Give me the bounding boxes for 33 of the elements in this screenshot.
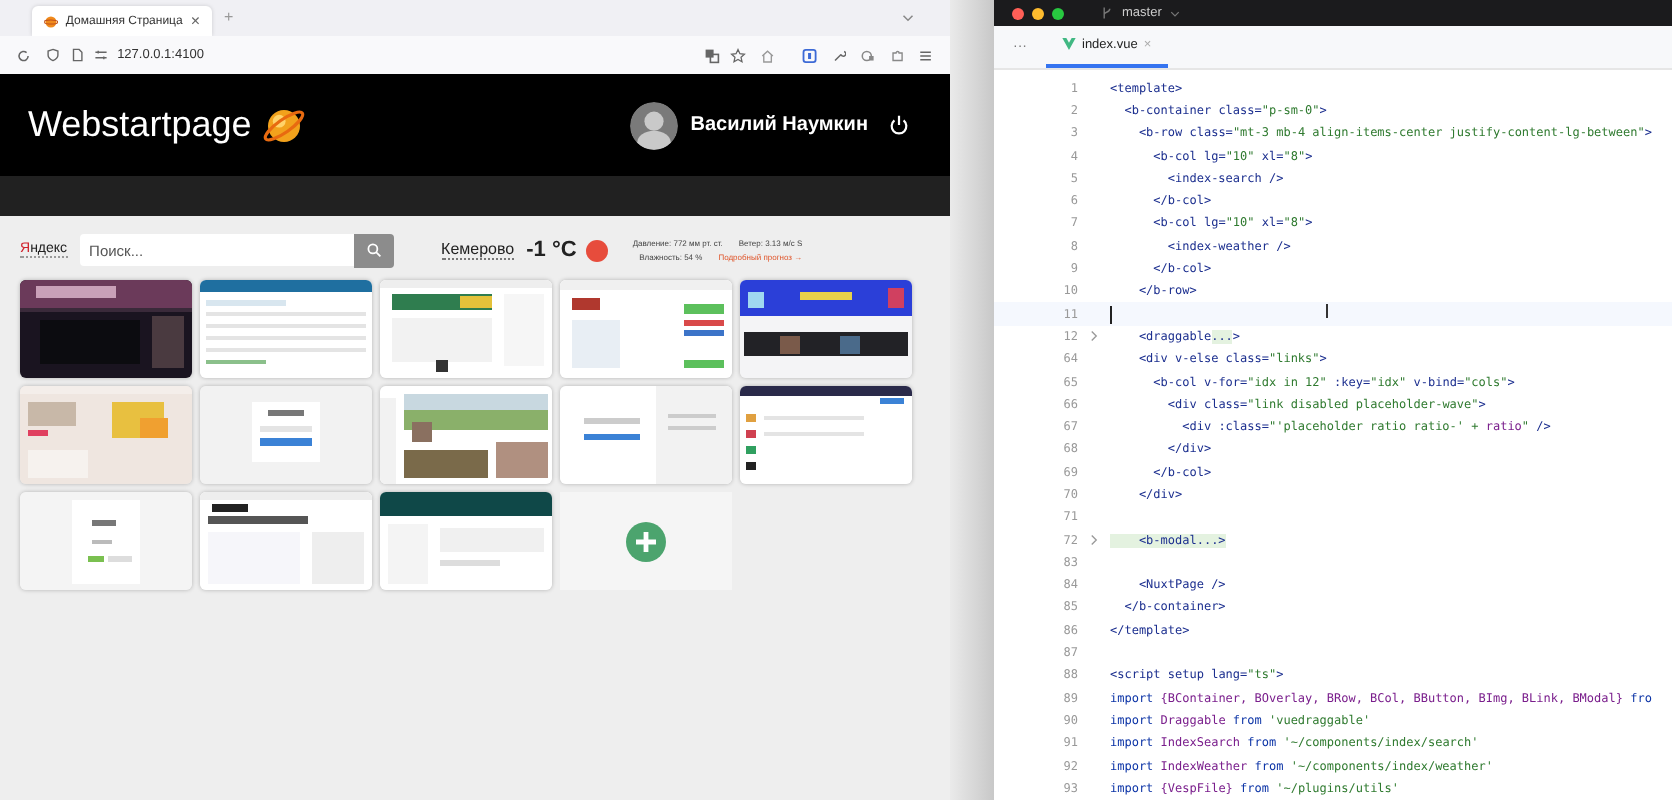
star-icon[interactable] [729, 47, 746, 63]
city-name[interactable]: Кемерово [441, 240, 515, 260]
power-icon[interactable] [888, 114, 910, 136]
shield-icon[interactable] [45, 48, 60, 62]
search-button[interactable] [353, 233, 394, 267]
translate-icon[interactable] [703, 47, 720, 63]
weather-icon [586, 239, 609, 261]
chevron-right-icon[interactable] [1090, 534, 1098, 547]
chevron-down-icon[interactable] [1169, 9, 1180, 18]
avatar[interactable] [630, 101, 679, 149]
reload-icon[interactable] [16, 47, 32, 63]
close-tab-button[interactable]: × [190, 13, 200, 29]
temperature: -1 °C [526, 238, 577, 262]
planet-icon [44, 13, 58, 29]
chevron-right-icon[interactable] [1090, 330, 1098, 343]
user-name[interactable]: Василий Наумкин [690, 114, 868, 136]
text-cursor [1110, 305, 1112, 324]
branch-icon [1100, 6, 1114, 21]
chevron-down-icon[interactable] [902, 14, 914, 22]
extension-icon[interactable] [860, 47, 876, 63]
search-icon [365, 242, 382, 258]
add-icon [626, 521, 666, 561]
close-window-button[interactable] [1012, 7, 1024, 20]
page-icon[interactable] [69, 48, 84, 62]
extension-icon[interactable] [802, 47, 818, 63]
home-icon[interactable] [759, 47, 775, 63]
puzzle-icon[interactable] [889, 47, 905, 63]
permissions-icon[interactable] [93, 48, 108, 62]
zoom-window-button[interactable] [1052, 7, 1064, 20]
site-logo[interactable]: Webstartpage [28, 104, 252, 146]
minimize-window-button[interactable] [1032, 7, 1044, 20]
menu-icon[interactable] [918, 47, 934, 63]
vue-icon [1062, 38, 1076, 51]
